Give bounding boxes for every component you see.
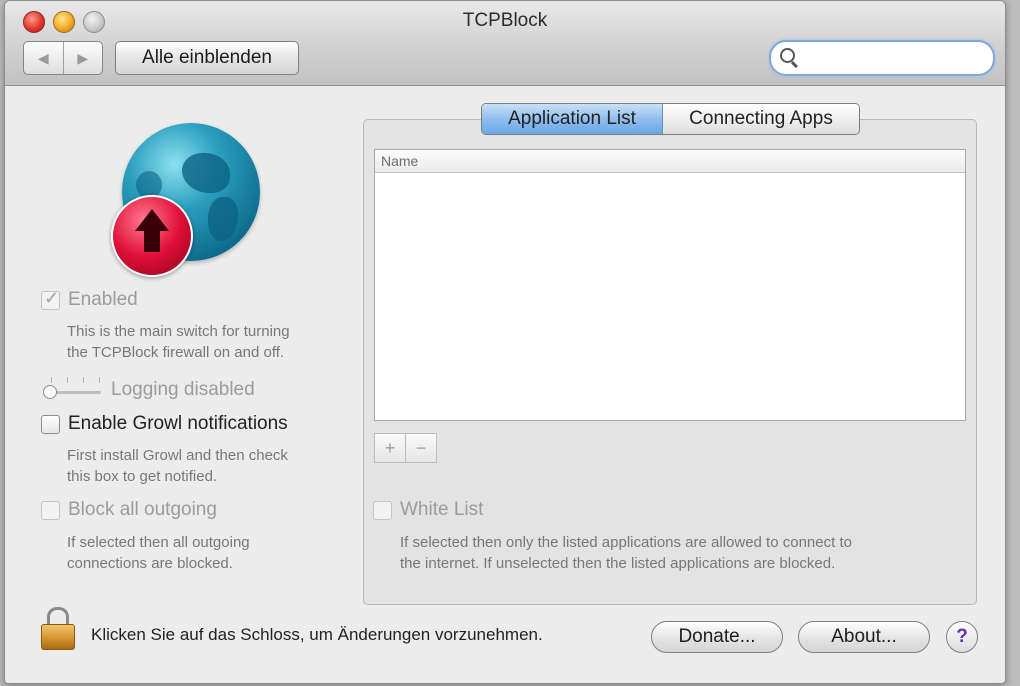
back-arrow-icon: ◀ (37, 49, 49, 66)
block-outgoing-description: If selected then all outgoing connection… (67, 532, 250, 574)
enabled-checkbox[interactable]: ✓ (41, 287, 60, 310)
window-title: TCPBlock (462, 10, 548, 31)
donate-button[interactable]: Donate... (651, 621, 783, 653)
enabled-desc-line: This is the main switch for turning (67, 323, 290, 340)
whitelist-desc-line: If selected then only the listed applica… (400, 534, 852, 551)
enabled-desc-line: the TCPBlock firewall on and off. (67, 344, 285, 361)
search-field[interactable] (769, 40, 995, 76)
whitelist-label: White List (400, 499, 484, 520)
block-outgoing-checkbox-row[interactable]: Block all outgoing (41, 499, 217, 521)
growl-desc-line: First install Growl and then check (67, 447, 288, 464)
growl-label: Enable Growl notifications (68, 413, 288, 434)
forward-button[interactable]: ▶ (64, 42, 103, 74)
block-outgoing-checkbox[interactable] (41, 500, 60, 520)
search-input[interactable] (801, 46, 985, 70)
about-button[interactable]: About... (798, 621, 930, 653)
lock-icon[interactable] (41, 607, 75, 650)
show-all-button[interactable]: Alle einblenden (115, 41, 299, 75)
window-toolbar: TCPBlock ◀ ▶ Alle einblenden (5, 1, 1005, 86)
block-desc-line: If selected then all outgoing (67, 534, 250, 551)
growl-desc-line: this box to get notified. (67, 468, 218, 485)
enabled-label: Enabled (68, 289, 138, 310)
forward-arrow-icon: ▶ (77, 49, 89, 66)
tab-connecting-apps[interactable]: Connecting Apps (663, 104, 859, 134)
logging-label: Logging disabled (111, 379, 255, 400)
lock-message: Klicken Sie auf das Schloss, um Änderung… (91, 625, 543, 644)
add-application-button[interactable]: + (374, 433, 406, 463)
block-arrow-badge-icon (111, 195, 193, 277)
slider-knob[interactable] (43, 385, 57, 399)
remove-application-button[interactable]: − (405, 433, 437, 463)
logging-label-row: Logging disabled (111, 379, 255, 401)
logging-slider[interactable] (43, 377, 103, 401)
tab-application-list[interactable]: Application List (482, 104, 663, 134)
whitelist-description: If selected then only the listed applica… (400, 532, 852, 574)
preferences-window: TCPBlock ◀ ▶ Alle einblenden ✓ Enabled T… (4, 0, 1006, 684)
back-forward-control: ◀ ▶ (23, 41, 103, 75)
block-desc-line: connections are blocked. (67, 555, 233, 572)
whitelist-checkbox-row[interactable]: White List (373, 499, 483, 521)
back-button[interactable]: ◀ (24, 42, 64, 74)
growl-description: First install Growl and then check this … (67, 445, 288, 487)
enabled-description: This is the main switch for turning the … (67, 321, 290, 363)
growl-checkbox[interactable] (41, 414, 60, 434)
tab-bar: Application List Connecting Apps (481, 103, 860, 135)
application-list-table[interactable]: Name (374, 149, 966, 421)
checkmark-icon: ✓ (44, 287, 60, 308)
column-header-name[interactable]: Name (375, 150, 965, 173)
block-outgoing-label: Block all outgoing (68, 499, 217, 520)
help-button[interactable]: ? (946, 621, 978, 653)
enabled-checkbox-row[interactable]: ✓ Enabled (41, 287, 138, 311)
search-icon (780, 48, 795, 63)
slider-ticks (51, 377, 101, 385)
whitelist-checkbox[interactable] (373, 500, 392, 520)
growl-checkbox-row[interactable]: Enable Growl notifications (41, 413, 288, 435)
whitelist-desc-line: the internet. If unselected then the lis… (400, 555, 836, 572)
